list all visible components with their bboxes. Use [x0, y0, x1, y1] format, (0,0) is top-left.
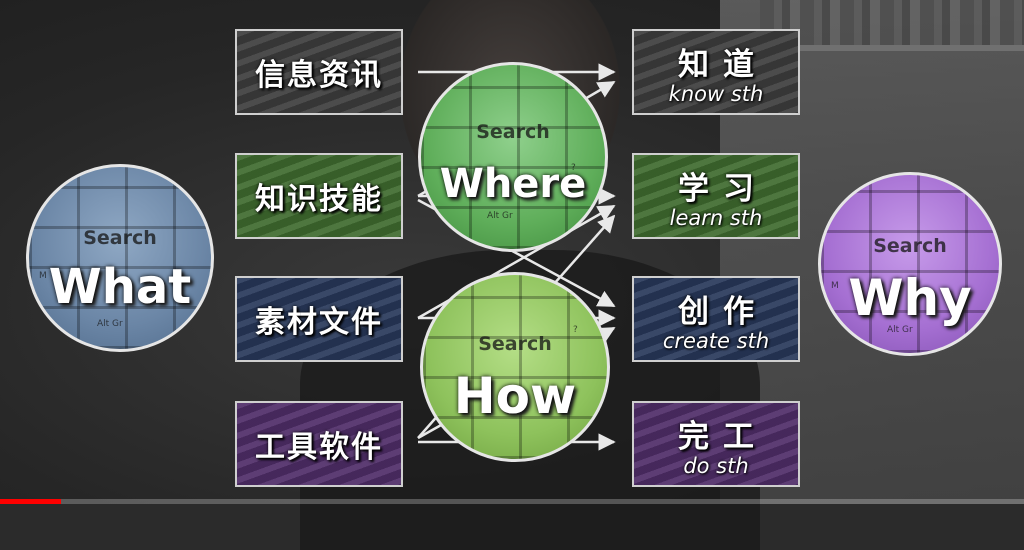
- output-label-zh: 学习: [678, 170, 768, 207]
- key-altgr-label: Alt Gr: [487, 211, 513, 221]
- output-tile-create: 创作 create sth: [632, 276, 800, 362]
- input-tile-knowledge: 知识技能: [235, 153, 403, 239]
- output-label-en: create sth: [662, 328, 770, 353]
- output-label-zh: 创作: [678, 293, 768, 330]
- input-label: 工具软件: [255, 430, 383, 465]
- search-key-label: Search: [873, 235, 947, 257]
- search-key-label: Search: [478, 333, 552, 355]
- what-circle: Search M Alt Gr What: [26, 164, 214, 352]
- output-label-zh: 完工: [678, 418, 768, 455]
- output-label-zh: 知道: [678, 46, 768, 83]
- why-circle: Search M Alt Gr Why: [818, 172, 1002, 356]
- keyboard-texture: [421, 65, 605, 249]
- input-tile-info: 信息资讯: [235, 29, 403, 115]
- input-label: 素材文件: [255, 305, 383, 340]
- search-key-label: Search: [476, 121, 550, 143]
- key-altgr-label: Alt Gr: [97, 319, 123, 329]
- output-tile-done: 完工 do sth: [632, 401, 800, 487]
- video-frame[interactable]: 信息资讯 知识技能 素材文件 工具软件 知道 know sth 学习 learn…: [0, 0, 1024, 550]
- where-label: Where: [439, 161, 587, 207]
- search-key-label: Search: [83, 227, 157, 249]
- where-circle: Search ? Alt Gr Where: [418, 62, 608, 252]
- input-label: 知识技能: [255, 182, 383, 217]
- output-label-en: learn sth: [669, 205, 763, 230]
- key-question-label: ?: [573, 325, 578, 335]
- input-tile-material: 素材文件: [235, 276, 403, 362]
- input-tile-tools: 工具软件: [235, 401, 403, 487]
- video-progress-bar[interactable]: [0, 499, 1024, 504]
- output-tile-know: 知道 know sth: [632, 29, 800, 115]
- output-tile-learn: 学习 learn sth: [632, 153, 800, 239]
- how-circle: Search ? How: [420, 272, 610, 462]
- output-label-en: know sth: [668, 81, 764, 106]
- input-label: 信息资讯: [255, 58, 383, 93]
- what-label: What: [48, 259, 192, 315]
- video-progress-fill: [0, 499, 62, 504]
- output-label-en: do sth: [683, 453, 749, 478]
- how-label: How: [453, 367, 577, 425]
- why-label: Why: [848, 269, 972, 327]
